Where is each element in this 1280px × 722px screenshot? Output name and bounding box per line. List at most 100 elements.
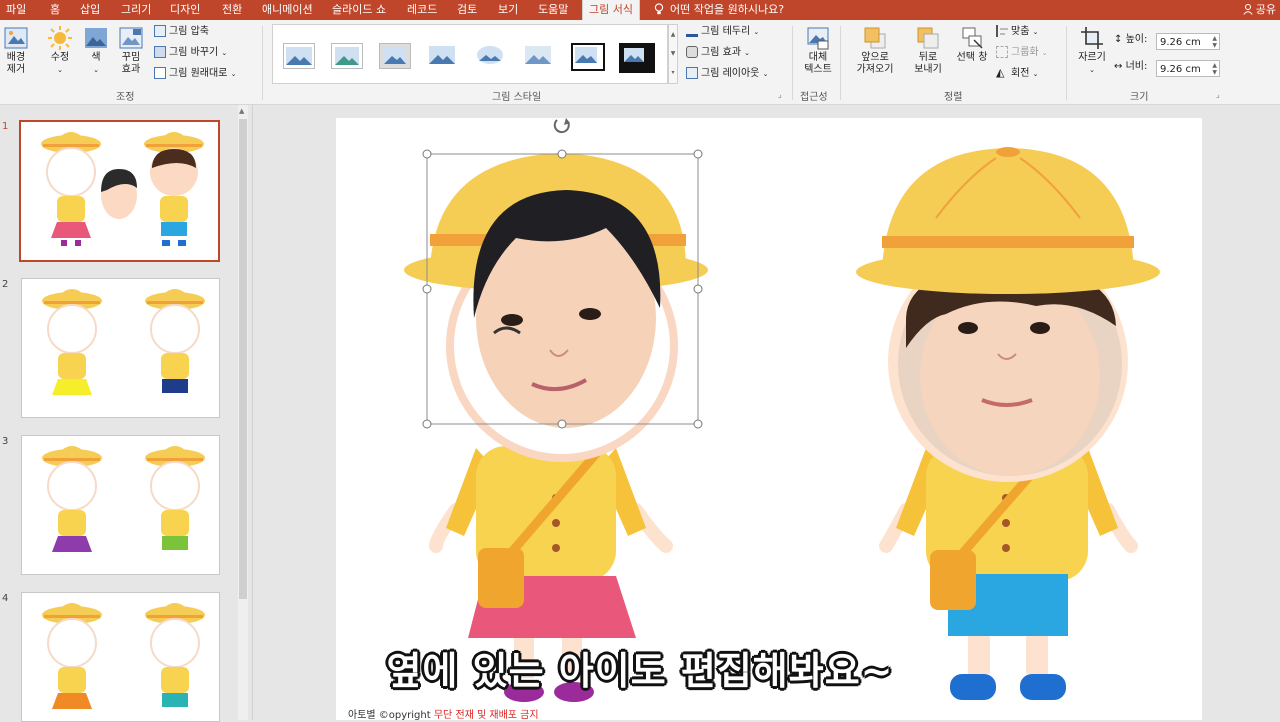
bring-forward-button[interactable]: 앞으로 가져오기 [848,26,902,76]
alt-text-label: 대체 텍스트 [804,52,832,75]
width-spinner[interactable]: ▲ ▼ [1212,62,1217,76]
scrollbar-thumb[interactable] [239,119,247,599]
width-input[interactable]: 9.26 cm ▲ ▼ [1156,60,1220,77]
height-label-text: 높이: [1125,34,1148,45]
artistic-effects-icon [119,27,143,49]
gallery-up-arrow[interactable]: ▲ [669,25,677,44]
tab-transitions[interactable]: 전환 [222,0,242,20]
gallery-down-arrow[interactable]: ▼ [669,44,677,63]
rotate-button[interactable]: ◭ 회전 ⌄ [996,66,1038,82]
compress-pictures-button[interactable]: 그림 압축 [154,24,209,40]
slide-illustration [404,118,1160,702]
tab-file[interactable]: 파일 [6,0,26,20]
slide-thumbnail-1[interactable] [19,120,220,262]
rotate-icon: ◭ [996,66,1005,79]
tab-insert[interactable]: 삽입 [80,0,100,20]
crop-icon [1081,27,1103,49]
tab-review[interactable]: 검토 [457,0,477,20]
picture-effects-button[interactable]: 그림 효과 ⌄ [686,45,750,61]
landscape-icon [429,46,455,64]
tab-help[interactable]: 도움말 [538,0,568,20]
compress-icon [154,25,166,37]
style-thumbnail[interactable] [571,43,605,71]
landscape-icon [624,48,644,62]
landscape-icon [575,47,597,63]
style-thumbnail[interactable] [619,43,655,73]
tell-me-search[interactable]: 어떤 작업을 원하시나요? [654,0,784,20]
selection-pane-icon [962,27,983,49]
thumbnail-scrollbar[interactable]: ▲ [238,105,248,720]
alt-text-icon [807,27,829,50]
style-thumbnail[interactable] [331,43,363,69]
corrections-label: 수정 [50,52,70,63]
gallery-more-arrow[interactable]: ▾ [669,63,677,82]
color-button[interactable]: 색 ⌄ [82,26,110,76]
height-value: 9.26 cm [1160,37,1201,48]
group-icon [996,46,1008,58]
dialog-launcher-icon[interactable]: ⌟ [778,90,782,99]
style-thumbnail[interactable] [379,43,411,69]
tell-me-text: 어떤 작업을 원하시나요? [670,3,785,16]
picture-effects-label: 그림 효과 [701,47,741,58]
dialog-launcher-icon[interactable]: ⌟ [1216,90,1220,99]
size-group-label: 크기 [1130,92,1149,103]
person-icon [1243,4,1253,15]
slide-thumbnail-2[interactable] [21,278,220,418]
copyright-warning: 무단 전재 및 재배포 금지 [433,710,539,721]
slide-number: 3 [2,436,9,447]
crop-button[interactable]: 자르기 ⌄ [1072,26,1112,76]
group-objects-button[interactable]: 그룹화 ⌄ [996,45,1048,61]
corrections-button[interactable]: 수정 ⌄ [44,26,76,76]
slide-1-preview [41,132,204,246]
reset-picture-icon [154,67,166,79]
chevron-down-icon: ⌄ [93,66,99,74]
share-button[interactable]: 공유 [1243,0,1276,20]
video-subtitle: 옆에 있는 아이도 편집해봐요~ [386,649,894,693]
style-thumbnail[interactable] [523,43,553,67]
change-picture-button[interactable]: 그림 바꾸기 ⌄ [154,45,227,61]
rotate-label: 회전 [1011,68,1030,79]
remove-background-label: 배경 제거 [6,52,26,75]
tab-design[interactable]: 디자인 [170,0,200,20]
chevron-down-icon: ⌄ [1032,70,1039,78]
pen-icon [686,25,698,37]
align-button[interactable]: 맞춤 ⌄ [996,24,1038,40]
tab-draw[interactable]: 그리기 [121,0,151,20]
crop-label: 자르기 [1078,52,1106,63]
picture-layout-button[interactable]: 그림 레이아웃 ⌄ [686,66,768,82]
style-thumbnail[interactable] [475,43,505,67]
tab-home[interactable]: 홈 [50,0,60,20]
selection-pane-button[interactable]: 선택 창 [952,26,992,64]
slide-thumbnail-3[interactable] [21,435,220,575]
chevron-down-icon: ⌄ [753,28,760,36]
gallery-scroll[interactable]: ▲ ▼ ▾ [668,24,678,84]
slide-canvas[interactable] [336,118,1202,720]
arrange-group-label: 정렬 [944,92,963,103]
height-input[interactable]: 9.26 cm ▲ ▼ [1156,33,1220,50]
alt-text-button[interactable]: 대체 텍스트 [800,26,836,76]
style-thumbnail[interactable] [427,43,457,67]
slide-2-preview [42,289,205,395]
height-spinner[interactable]: ▲ ▼ [1212,35,1217,49]
tab-picture-format[interactable]: 그림 서식 [582,0,640,22]
send-backward-button[interactable]: 뒤로 보내기 [906,26,950,76]
reset-picture-label: 그림 원래대로 [169,68,228,79]
landscape-icon [384,48,406,64]
align-icon [996,25,1008,37]
send-backward-label: 뒤로 보내기 [914,52,942,75]
artistic-effects-button[interactable]: 꾸밈 효과 [114,26,148,76]
tab-view[interactable]: 보기 [498,0,518,20]
tab-slideshow[interactable]: 슬라이드 쇼 [332,0,386,20]
scroll-up-arrow[interactable]: ▲ [239,107,244,115]
tab-animations[interactable]: 애니메이션 [262,0,313,20]
reset-picture-button[interactable]: 그림 원래대로 ⌄ [154,66,236,82]
style-thumbnail[interactable] [283,43,315,69]
bring-forward-label: 앞으로 가져오기 [856,52,894,75]
tab-record[interactable]: 레코드 [407,0,437,20]
bring-forward-icon [864,27,886,49]
change-picture-icon [154,46,166,58]
picture-border-button[interactable]: 그림 테두리 ⌄ [686,24,759,40]
copyright-brand: 아토별 ©opyright [348,710,431,721]
remove-background-button[interactable]: 배경 제거 [2,26,30,76]
compress-label: 그림 압축 [169,26,209,37]
